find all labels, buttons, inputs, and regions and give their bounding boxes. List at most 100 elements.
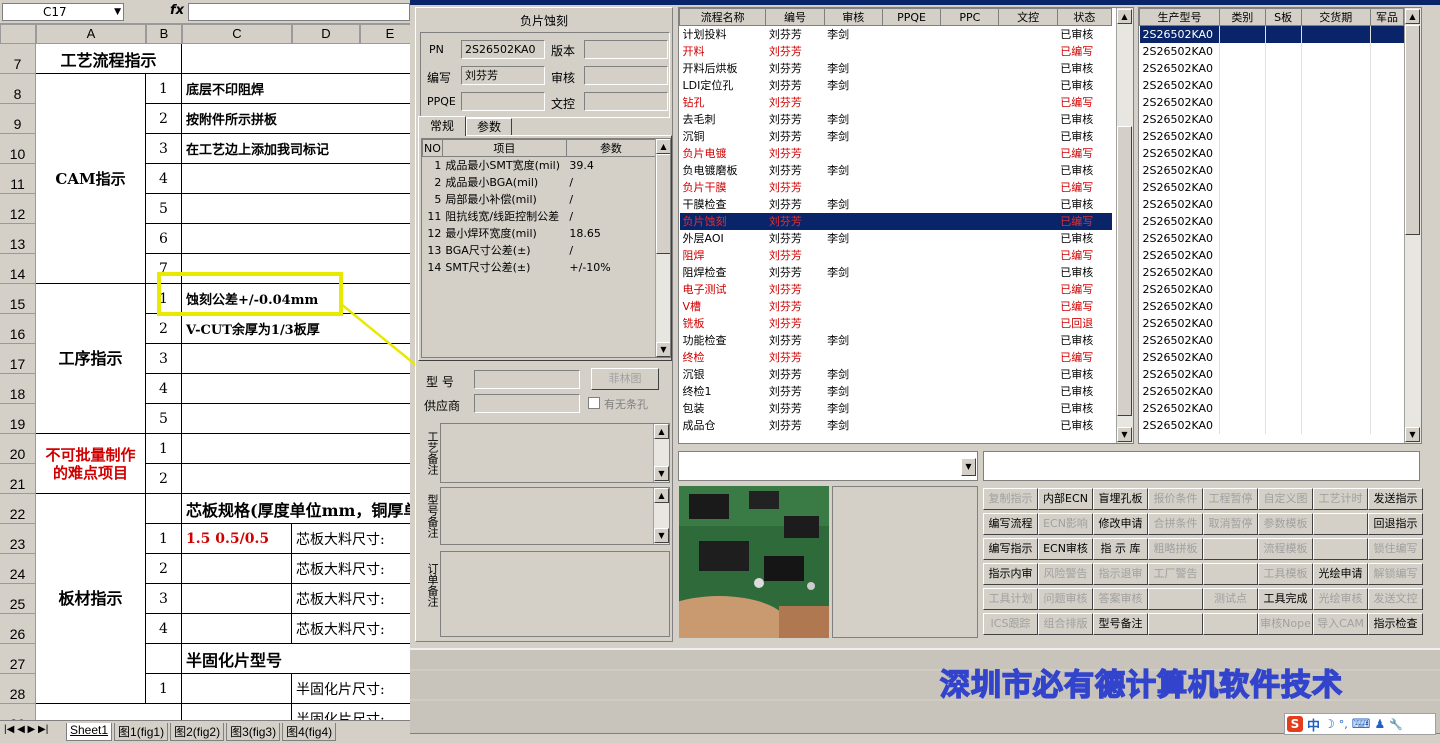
action-button[interactable]: 编写指示 [983,538,1038,560]
cell-index[interactable]: 1 [146,434,182,464]
row-header[interactable]: 23 [0,524,36,554]
cell-content[interactable]: 蚀刻公差+/-0.04mm [182,284,410,314]
param-row[interactable]: 14 SMT尺寸公差(±) +/-10% [423,259,656,276]
action-button[interactable]: 工厂警告 [1148,563,1203,585]
cell-content[interactable]: 在工艺边上添加我司标记 [182,134,410,164]
action-button[interactable]: 指示内审 [983,563,1038,585]
cell-index[interactable]: 4 [146,374,182,404]
param-row[interactable]: 5 局部最小补偿(mil) / [423,191,656,208]
param-row[interactable]: 13 BGA尺寸公差(±) / [423,242,656,259]
model-row[interactable]: 2S26502KA0 [1140,42,1404,60]
action-button[interactable]: 报价条件 [1148,488,1203,510]
cell-index[interactable]: 2 [146,314,182,344]
cell[interactable] [182,44,410,74]
row-header[interactable]: 25 [0,584,36,614]
action-button[interactable]: 合拼条件 [1148,513,1203,535]
cell-content[interactable]: 半固化片型号 [182,644,410,674]
action-button[interactable]: 工具模板 [1258,563,1313,585]
row-header[interactable]: 20 [0,434,36,464]
flow-row[interactable]: 负片电镀 刘芬芳 已编写 [680,145,1112,162]
cell-index[interactable]: 4 [146,164,182,194]
cell-size-label[interactable]: 芯板大料尺寸: [292,584,410,614]
action-button[interactable]: ICS跟踪 [983,613,1038,635]
row-header[interactable]: 18 [0,374,36,404]
model-row[interactable]: 2S26502KA0 [1140,127,1404,145]
row-header[interactable]: 13 [0,224,36,254]
action-button[interactable] [1148,613,1203,635]
pn-field[interactable]: 2S26502KA0 [461,40,545,59]
scroll-up-icon[interactable]: ▲ [1117,9,1132,24]
scroll-down-icon[interactable]: ▼ [654,528,669,543]
cell-size-label[interactable]: 芯板大料尺寸: [292,614,410,644]
cell-content[interactable]: 芯板规格(厚度单位mm，铜厚单 [182,494,410,524]
chevron-down-icon[interactable]: ▼ [961,458,976,476]
flow-col-header[interactable]: 审核 [823,8,883,26]
flow-row[interactable]: V槽 刘芬芳 已编写 [680,298,1112,315]
scroll-down-icon[interactable]: ▼ [654,466,669,481]
flow-row[interactable]: 包装 刘芬芳 李剑 已审核 [680,400,1112,417]
flow-col-header[interactable]: PPQE [881,8,942,26]
param-scrollbar[interactable]: ▲ ▼ [655,139,670,357]
action-button[interactable]: 指示检查 [1368,613,1423,635]
cell-content[interactable] [182,554,292,584]
philin-button[interactable]: 菲林图 [591,368,659,390]
param-col-no[interactable]: NO [422,139,443,157]
action-button[interactable]: 工艺计时 [1313,488,1368,510]
cell-index[interactable]: 3 [146,344,182,374]
cell-content[interactable]: 1.5 0.5/0.5 [182,524,292,554]
fx-label[interactable]: fx [170,3,184,18]
cell-index[interactable]: 1 [146,674,182,704]
flow-row[interactable]: 沉银 刘芬芳 李剑 已审核 [680,366,1112,383]
cell-size-label[interactable]: 半固化片尺寸: [292,674,410,704]
column-header-b[interactable]: B [146,24,182,44]
supplier-field[interactable] [474,394,580,413]
action-button[interactable]: 风险警告 [1038,563,1093,585]
action-button[interactable]: 锁住编写 [1368,538,1423,560]
action-button[interactable]: 内部ECN [1038,488,1093,510]
flow-row[interactable]: 沉铜 刘芬芳 李剑 已审核 [680,128,1112,145]
cell-hard-items[interactable]: 不可批量制作的难点项目 [36,434,146,494]
action-button[interactable]: 工具计划 [983,588,1038,610]
row-header[interactable]: 26 [0,614,36,644]
action-button[interactable] [1313,513,1368,535]
cell-content[interactable] [182,464,410,494]
row-header[interactable]: 7 [0,44,36,74]
model-row[interactable]: 2S26502KA0 [1140,229,1404,247]
cell-index[interactable]: 2 [146,464,182,494]
keyboard-icon[interactable]: ⌨ [1352,717,1371,732]
flow-col-header[interactable]: PPC [940,8,1000,26]
model-note-field[interactable]: ▲ ▼ [440,487,670,545]
cell-index[interactable] [146,644,182,674]
cell-size-label[interactable]: 芯板大料尺寸: [292,524,410,554]
column-header-e[interactable]: E [360,24,410,44]
column-header-d[interactable]: D [292,24,360,44]
model-row[interactable]: 2S26502KA0 [1140,246,1404,264]
flow-col-header[interactable]: 流程名称 [679,8,767,26]
action-button[interactable]: 修改申请 [1093,513,1148,535]
action-button[interactable]: 光绘申请 [1313,563,1368,585]
action-button[interactable]: 型号备注 [1093,613,1148,635]
spreadsheet-grid[interactable]: A B C D E 7 工艺流程指示 8 1 底层不印阻焊 9 2 按附件所示拼板 10 3 在工艺边上添加我… [0,24,410,734]
action-button[interactable]: 指示退审 [1093,563,1148,585]
row-header[interactable]: 24 [0,554,36,584]
flow-row[interactable]: 电子测试 刘芬芳 已编写 [680,281,1112,298]
flow-row[interactable]: 成品仓 刘芬芳 李剑 已审核 [680,417,1112,434]
formula-input[interactable] [188,3,410,21]
param-row[interactable]: 11 阻抗线宽/线距控制公差 / [423,208,656,225]
doccontrol-field[interactable] [584,92,668,111]
cell-content[interactable] [182,614,292,644]
row-header[interactable]: 10 [0,134,36,164]
model-row[interactable]: 2S26502KA0 [1140,314,1404,332]
model-row[interactable]: 2S26502KA0 [1140,365,1404,383]
param-row[interactable]: 12 最小焊环宽度(mil) 18.65 [423,225,656,242]
cell-content[interactable] [182,584,292,614]
column-header-c[interactable]: C [182,24,292,44]
flow-row[interactable]: 计划投料 刘芬芳 李剑 已审核 [680,26,1112,43]
cell-index[interactable]: 1 [146,284,182,314]
model-row[interactable]: 2S26502KA0 [1140,416,1404,434]
action-button[interactable]: 问题审核 [1038,588,1093,610]
param-col-item[interactable]: 项目 [441,139,567,157]
row-header[interactable]: 17 [0,344,36,374]
cell-content[interactable] [182,674,292,704]
flow-row[interactable]: 阻焊 刘芬芳 已编写 [680,247,1112,264]
